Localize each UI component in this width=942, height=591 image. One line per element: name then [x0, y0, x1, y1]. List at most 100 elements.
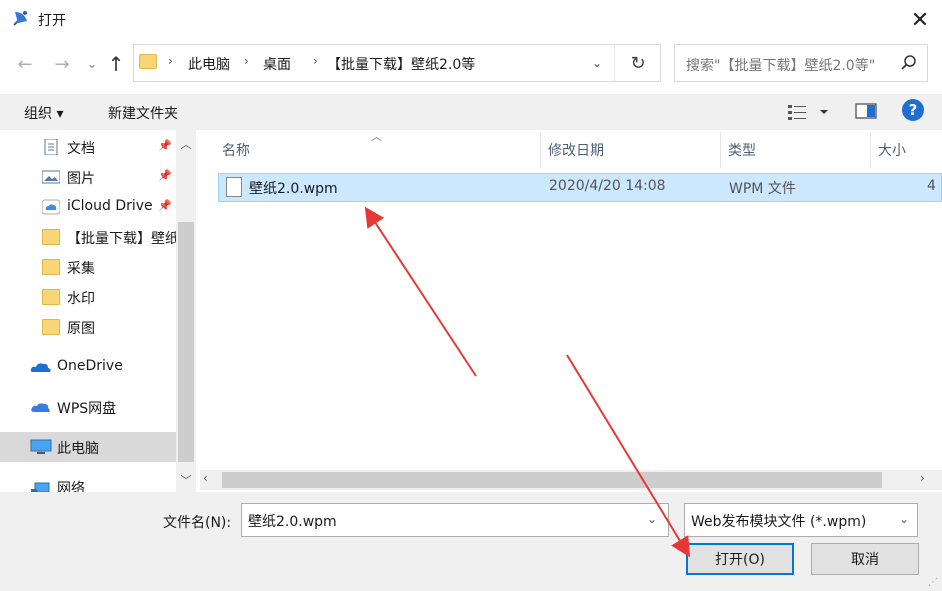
sidebar-item-label: iCloud Drive — [67, 198, 153, 214]
navigation-pane: 文档 📌 图片 📌 iCloud Drive 📌 【批量下载】壁纸 采集 水印 … — [0, 130, 196, 492]
resize-grip-icon[interactable]: ⋰ — [928, 577, 938, 588]
sidebar-item-label: 网络 — [57, 481, 85, 492]
cancel-button[interactable]: 取消 — [811, 543, 919, 575]
forward-button[interactable]: → — [50, 52, 74, 76]
document-icon — [44, 139, 58, 155]
address-dropdown-button[interactable]: ⌄ — [582, 45, 612, 81]
sidebar-item-label: 原图 — [67, 321, 95, 337]
search-input[interactable]: 搜索"【批量下载】壁纸2.0等" — [686, 55, 875, 75]
sidebar-item-label: 文档 — [67, 141, 95, 157]
chevron-down-icon[interactable]: ⌄ — [899, 512, 909, 526]
up-button[interactable]: ↑ — [104, 52, 128, 76]
close-icon: ✕ — [910, 7, 930, 33]
sidebar-item-label: 图片 — [67, 171, 95, 187]
search-box[interactable]: 搜索"【批量下载】壁纸2.0等" — [674, 44, 928, 82]
close-button[interactable]: ✕ — [900, 4, 940, 36]
breadcrumb-separator[interactable]: › — [244, 54, 249, 68]
file-name[interactable]: 壁纸2.0.wpm — [249, 178, 338, 198]
sidebar-scrollbar-thumb[interactable] — [178, 222, 194, 462]
file-type-filter[interactable]: Web发布模块文件 (*.wpm) ⌄ — [684, 503, 918, 537]
preview-pane-icon[interactable] — [855, 102, 877, 120]
file-size: 4 — [927, 178, 936, 194]
search-icon[interactable] — [899, 53, 919, 73]
back-arrow-icon: ← — [17, 53, 33, 75]
column-header-size[interactable]: 大小 — [878, 140, 906, 160]
breadcrumb-current-folder[interactable]: 【批量下载】壁纸2.0等 — [327, 54, 475, 74]
chevron-right-icon[interactable]: › — [920, 471, 925, 485]
sidebar-item-documents[interactable]: 文档 📌 — [0, 132, 176, 162]
column-header-name[interactable]: 名称 — [222, 140, 250, 160]
sidebar-item-icloud-drive[interactable]: iCloud Drive 📌 — [0, 192, 176, 222]
file-type: WPM 文件 — [729, 181, 796, 197]
sidebar-item-label: 水印 — [67, 291, 95, 307]
filename-value[interactable]: 壁纸2.0.wpm — [248, 511, 337, 531]
sidebar-item-network[interactable]: 网络 — [0, 472, 176, 492]
folder-icon — [42, 229, 60, 245]
open-button[interactable]: 打开(O) — [686, 543, 794, 575]
filename-label: 文件名(N): — [163, 515, 232, 531]
column-divider[interactable] — [870, 132, 871, 168]
chevron-down-icon[interactable]: ﹀ — [176, 472, 196, 488]
pin-icon: 📌 — [158, 199, 172, 212]
sidebar-item-label: WPS网盘 — [57, 401, 117, 417]
folder-icon — [139, 54, 157, 69]
pin-icon: 📌 — [158, 139, 172, 152]
organize-button[interactable]: 组织 ▾ — [24, 103, 63, 123]
new-folder-button[interactable]: 新建文件夹 — [108, 103, 178, 123]
sidebar-item-original[interactable]: 原图 — [0, 312, 176, 342]
pin-icon: 📌 — [158, 169, 172, 182]
sort-ascending-icon: ︿ — [371, 130, 382, 143]
sidebar-item-onedrive[interactable]: OneDrive — [0, 352, 176, 382]
chevron-left-icon[interactable]: ‹ — [203, 471, 208, 485]
open-button-label: 打开(O) — [715, 552, 765, 568]
help-icon[interactable]: ? — [902, 99, 924, 121]
chevron-down-icon: ⌄ — [86, 56, 98, 72]
chevron-down-icon[interactable]: ⌄ — [647, 512, 657, 526]
recent-locations-button[interactable]: ⌄ — [80, 52, 104, 76]
breadcrumb-this-pc[interactable]: 此电脑 — [188, 54, 230, 74]
sidebar-item-wps-cloud[interactable]: WPS网盘 — [0, 392, 176, 422]
sidebar-item-label: 采集 — [67, 261, 95, 277]
computer-icon — [30, 439, 52, 454]
sidebar-item-label: 【批量下载】壁纸 — [67, 231, 179, 247]
view-options-icon[interactable] — [787, 103, 835, 121]
icloud-icon — [42, 199, 60, 215]
folder-icon — [42, 319, 60, 335]
breadcrumb-separator[interactable]: › — [168, 54, 173, 68]
back-button[interactable]: ← — [13, 52, 37, 76]
chevron-down-icon: ⌄ — [591, 56, 603, 70]
up-arrow-icon: ↑ — [107, 52, 125, 76]
file-icon — [226, 177, 242, 197]
forward-arrow-icon: → — [54, 53, 70, 75]
horizontal-scrollbar-thumb[interactable] — [222, 472, 882, 488]
refresh-button[interactable]: ↻ — [614, 45, 661, 81]
folder-icon — [42, 289, 60, 305]
filename-field[interactable]: 壁纸2.0.wpm ⌄ — [241, 503, 669, 537]
sidebar-item-batch-download-folder[interactable]: 【批量下载】壁纸 — [0, 222, 179, 252]
chevron-up-icon[interactable]: ︿ — [176, 136, 196, 152]
breadcrumb-separator[interactable]: › — [313, 54, 318, 68]
onedrive-icon — [30, 363, 51, 372]
network-icon — [31, 482, 50, 492]
address-bar[interactable]: › 此电脑 › 桌面 › 【批量下载】壁纸2.0等 ⌄ ↻ — [133, 44, 661, 82]
sidebar-item-label: OneDrive — [57, 358, 123, 374]
breadcrumb-desktop[interactable]: 桌面 — [263, 54, 291, 74]
folder-icon — [42, 259, 60, 275]
file-date: 2020/4/20 14:08 — [549, 178, 666, 194]
column-header-type[interactable]: 类型 — [728, 140, 756, 160]
sidebar-item-watermark[interactable]: 水印 — [0, 282, 176, 312]
sidebar-item-this-pc[interactable]: 此电脑 — [0, 432, 176, 462]
command-bar: 组织 ▾ 新建文件夹 ? — [0, 94, 942, 130]
file-type-filter-value[interactable]: Web发布模块文件 (*.wpm) — [691, 511, 866, 531]
sidebar-item-pictures[interactable]: 图片 📌 — [0, 162, 176, 192]
column-divider[interactable] — [540, 132, 541, 168]
picture-icon — [42, 170, 60, 184]
sidebar-item-label: 此电脑 — [57, 441, 99, 457]
satellite-dish-icon — [13, 11, 27, 26]
wps-cloud-icon — [31, 403, 50, 412]
sidebar-item-collect[interactable]: 采集 — [0, 252, 176, 282]
title-bar — [0, 0, 942, 38]
window-title: 打开 — [38, 13, 66, 29]
column-header-date[interactable]: 修改日期 — [548, 140, 604, 160]
column-divider[interactable] — [720, 132, 721, 168]
